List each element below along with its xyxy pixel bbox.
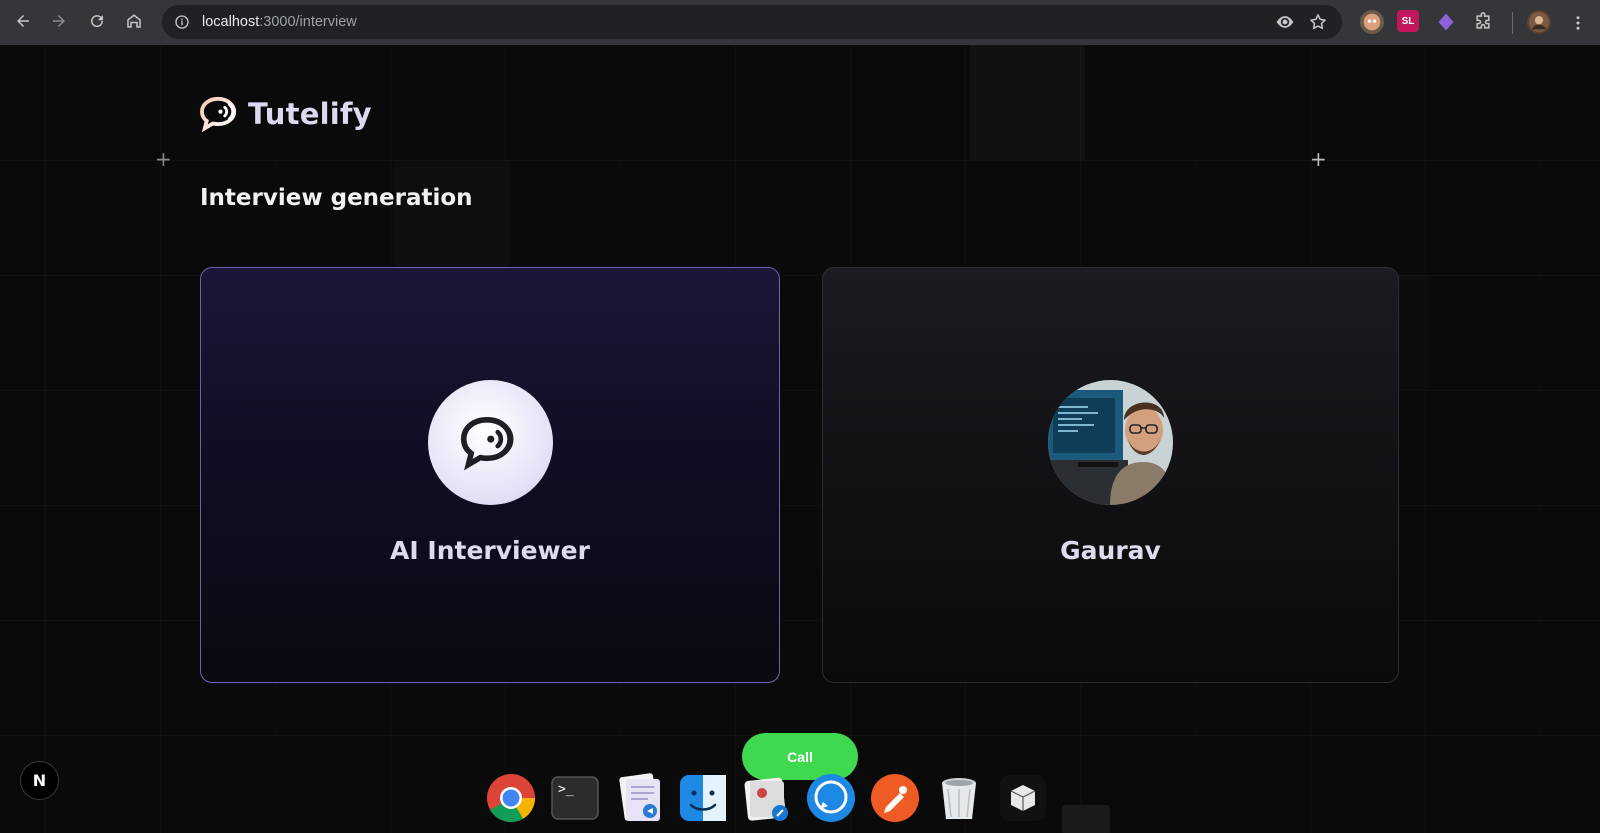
ai-avatar — [427, 380, 553, 505]
url-path: :3000/interview — [259, 14, 357, 30]
extension-diamond-icon[interactable] — [1434, 10, 1458, 34]
eye-icon[interactable] — [1275, 12, 1295, 32]
terminal-icon[interactable]: >_ — [550, 773, 600, 823]
extension-avatar-icon[interactable] — [1360, 10, 1384, 34]
postman-icon[interactable] — [870, 773, 920, 823]
chat-wave-icon — [460, 416, 514, 470]
box-app-icon[interactable] — [998, 773, 1048, 823]
url-host: localhost — [202, 14, 260, 30]
back-arrow-icon[interactable] — [10, 8, 36, 34]
chat-wave-logo-icon — [200, 96, 237, 133]
home-icon[interactable] — [121, 8, 147, 34]
nextjs-badge-icon[interactable]: N — [20, 761, 59, 800]
site-info-icon[interactable] — [170, 10, 194, 34]
background-tile — [970, 45, 1085, 160]
user-avatar — [1048, 380, 1173, 505]
toolbar-divider — [1512, 12, 1513, 34]
sparkle-icon: + — [155, 147, 172, 171]
background-tile — [395, 160, 510, 275]
bookmark-star-icon[interactable] — [1308, 12, 1328, 32]
next-badge-letter: N — [32, 771, 47, 790]
text-editor-icon[interactable] — [614, 773, 664, 823]
finder-icon[interactable] — [678, 773, 728, 823]
url-text: localhost:3000/interview — [202, 14, 357, 30]
messages-icon[interactable] — [806, 773, 856, 823]
reload-icon[interactable] — [84, 8, 110, 34]
extension-sl-label: SL — [1401, 15, 1415, 27]
trash-icon[interactable] — [934, 773, 984, 823]
user-name-label: Gaurav — [1060, 536, 1161, 565]
sparkle-icon: + — [1310, 147, 1327, 171]
address-bar[interactable]: localhost:3000/interview — [162, 5, 1342, 39]
extension-sl-icon[interactable]: SL — [1397, 10, 1419, 32]
ai-interviewer-card[interactable]: AI Interviewer — [200, 267, 780, 683]
svg-text:>_: >_ — [558, 782, 574, 797]
page-title: Interview generation — [200, 185, 473, 211]
preview-icon[interactable] — [742, 773, 792, 823]
page-content: + + Tutelify Interview generation AI Int… — [0, 45, 1600, 833]
browser-menu-icon[interactable] — [1565, 10, 1591, 36]
profile-avatar-icon[interactable] — [1527, 10, 1551, 34]
brand-name: Tutelify — [248, 97, 372, 131]
brand-logo[interactable]: Tutelify — [199, 95, 372, 133]
partial-window-icon[interactable] — [1062, 805, 1110, 833]
browser-toolbar: localhost:3000/interview SL — [0, 0, 1600, 45]
extensions-puzzle-icon[interactable] — [1471, 10, 1495, 34]
forward-arrow-icon[interactable] — [46, 8, 72, 34]
chrome-icon[interactable] — [486, 773, 536, 823]
user-photo — [1048, 380, 1173, 505]
user-card[interactable]: Gaurav — [822, 267, 1399, 683]
ai-interviewer-label: AI Interviewer — [390, 536, 590, 565]
